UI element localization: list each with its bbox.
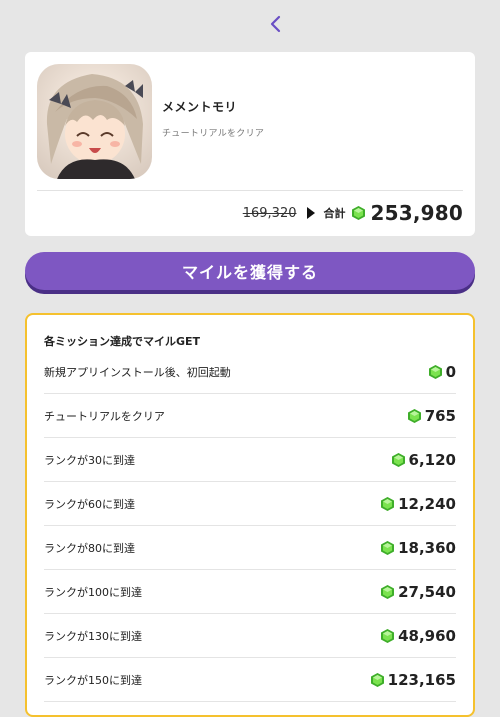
mission-label: ランクが60に到達	[44, 497, 135, 511]
mission-row: ランクが60に到達 12,240	[44, 482, 456, 526]
mission-value: 123,165	[387, 670, 456, 689]
mission-label: ランクが150に到達	[44, 673, 142, 687]
mission-row: 新規アプリインストール後、初回起動 0	[44, 350, 456, 394]
mission-list: 新規アプリインストール後、初回起動 0 チュートリアルをクリア 765 ランクが30に到…	[44, 350, 456, 702]
green-gem-icon	[351, 206, 365, 220]
mission-reward: 27,540	[381, 583, 456, 601]
mission-value: 0	[445, 362, 456, 381]
missions-panel: 各ミッション達成でマイルGET 新規アプリインストール後、初回起動 0 チュートリア…	[25, 313, 475, 717]
mission-reward: 765	[407, 406, 456, 425]
green-gem-icon	[391, 452, 405, 467]
mission-label: チュートリアルをクリア	[44, 409, 165, 423]
mission-value: 765	[424, 406, 456, 425]
green-gem-icon	[407, 408, 421, 423]
mission-row: ランクが150に到達 123,165	[44, 658, 456, 702]
mission-value: 48,960	[398, 626, 456, 645]
mission-reward: 6,120	[391, 450, 456, 469]
total-label: 合計	[323, 207, 346, 220]
mission-label: ランクが100に到達	[44, 585, 142, 599]
app-subtitle: チュートリアルをクリア	[162, 129, 265, 139]
mission-value: 18,360	[398, 538, 456, 557]
mission-row: ランクが130に到達 48,960	[44, 614, 456, 658]
green-gem-icon	[381, 628, 395, 643]
app-name: メメントモリ	[162, 100, 238, 114]
divider	[37, 190, 463, 191]
mission-reward: 123,165	[370, 670, 456, 689]
mission-reward: 18,360	[381, 539, 456, 557]
mission-value: 12,240	[398, 494, 456, 513]
mission-label: 新規アプリインストール後、初回起動	[44, 365, 231, 379]
back-button[interactable]	[260, 10, 290, 38]
green-gem-icon	[381, 540, 395, 555]
mission-row: ランクが30に到達 6,120	[44, 438, 456, 482]
arrow-right-icon	[306, 207, 315, 219]
green-gem-icon	[370, 672, 384, 687]
app-icon[interactable]	[37, 64, 152, 179]
get-miles-button[interactable]: マイルを獲得する	[25, 252, 475, 290]
mission-row: ランクが80に到達 18,360	[44, 526, 456, 570]
mission-reward: 12,240	[381, 495, 456, 513]
mission-row: ランクが100に到達 27,540	[44, 570, 456, 614]
mission-row: チュートリアルをクリア 765	[44, 394, 456, 438]
total-value: 253,980	[370, 201, 463, 225]
old-price: 169,320	[242, 205, 297, 221]
price-row: 169,320 合計 253,980	[243, 198, 463, 228]
missions-title: 各ミッション達成でマイルGET	[44, 335, 201, 348]
mission-label: ランクが30に到達	[44, 453, 135, 467]
mission-label: ランクが80に到達	[44, 541, 135, 555]
mission-value: 27,540	[398, 582, 456, 601]
mission-label: ランクが130に到達	[44, 629, 142, 643]
green-gem-icon	[381, 496, 395, 511]
mission-value: 6,120	[408, 450, 456, 469]
green-gem-icon	[381, 584, 395, 599]
mission-reward: 0	[428, 362, 456, 381]
mission-reward: 48,960	[381, 627, 456, 645]
chevron-left-icon	[270, 15, 281, 33]
green-gem-icon	[428, 364, 442, 379]
app-card: メメントモリ チュートリアルをクリア 169,320 合計 253,980	[25, 52, 475, 236]
